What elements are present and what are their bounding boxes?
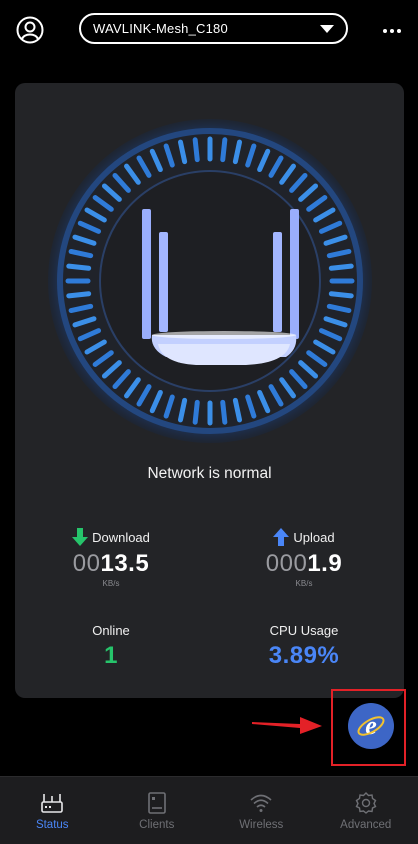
wifi-icon [249,791,273,815]
upload-value: 1.9 [307,550,342,577]
upload-value-prefix: 000 [266,550,308,577]
upload-arrow-icon [273,528,289,546]
gauge-tick [331,294,351,296]
tab-wireless-label: Wireless [239,819,283,831]
download-value: 13.5 [100,550,149,577]
cpu-label: CPU Usage [270,623,339,638]
browser-button[interactable]: e [348,703,394,749]
download-label: Download [92,530,150,545]
upload-unit: KB/s [248,579,360,588]
tab-clients-label: Clients [139,819,174,831]
device-selector[interactable]: WAVLINK-Mesh_C180 [79,13,348,44]
gauge-tick [195,402,197,422]
router-icon [40,791,64,815]
download-arrow-icon [72,528,88,546]
gauge-tick [331,266,351,268]
upload-label: Upload [293,530,334,545]
tab-status[interactable]: Status [0,777,105,844]
network-status-gauge [46,117,374,445]
online-label: Online [92,623,130,638]
top-bar: WAVLINK-Mesh_C180 [0,0,418,60]
gauge-tick [69,266,89,268]
user-icon[interactable] [16,16,44,44]
gauge-tick [223,140,225,160]
gauge-tick [223,402,225,422]
download-value-prefix: 00 [73,550,101,577]
tab-clients[interactable]: Clients [105,777,210,844]
annotation-arrow [252,715,322,735]
device-name: WAVLINK-Mesh_C180 [93,21,320,36]
upload-stat: Upload 0001.9 KB/s [248,528,360,588]
cpu-stat: CPU Usage 3.89% [248,623,360,670]
download-unit: KB/s [55,579,167,588]
tab-advanced[interactable]: Advanced [314,777,418,844]
network-status-message: Network is normal [15,465,404,483]
chevron-down-icon [320,25,334,33]
gauge-tick [195,140,197,160]
cpu-usage-value: 3.89% [248,642,360,670]
online-count: 1 [55,642,167,670]
clients-icon [145,791,169,815]
download-stat: Download 0013.5 KB/s [55,528,167,588]
tab-advanced-label: Advanced [340,819,391,831]
internet-explorer-icon: e [356,711,386,741]
bottom-tab-bar: Status Clients Wireless Advanced [0,776,418,844]
online-stat: Online 1 [55,623,167,670]
tab-wireless[interactable]: Wireless [209,777,314,844]
gear-icon [354,791,378,815]
more-options-icon[interactable] [383,20,405,36]
svg-text:e: e [365,711,377,740]
status-card: Network is normal Download 0013.5 KB/s U… [15,83,404,698]
gauge-tick [69,294,89,296]
tab-status-label: Status [36,819,69,831]
